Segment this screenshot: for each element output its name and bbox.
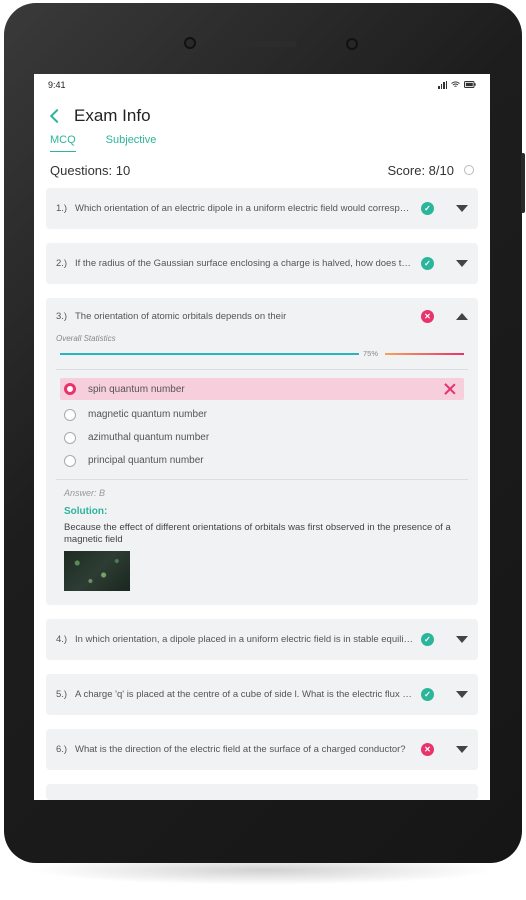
chevron-down-icon[interactable]	[456, 746, 468, 753]
question-text: The orientation of atomic orbitals depen…	[75, 310, 287, 322]
close-icon	[444, 383, 456, 395]
option-label: magnetic quantum number	[88, 409, 207, 420]
option-label: azimuthal quantum number	[88, 432, 210, 443]
question-card[interactable]: 6.) What is the direction of the electri…	[46, 729, 478, 770]
radio-selected[interactable]	[64, 383, 76, 395]
option-c[interactable]: azimuthal quantum number	[60, 427, 464, 448]
chevron-up-icon[interactable]	[456, 312, 468, 320]
check-icon: ✓	[421, 633, 434, 646]
option-label: principal quantum number	[88, 455, 204, 466]
divider	[56, 369, 468, 370]
tab-mcq[interactable]: MCQ	[50, 134, 76, 152]
chevron-down-icon[interactable]	[456, 691, 468, 698]
question-header[interactable]: 3.) The orientation of atomic orbitals d…	[46, 298, 478, 334]
question-header[interactable]: 5.) A charge 'q' is placed at the centre…	[46, 674, 478, 715]
score-value: Score: 8/10	[387, 162, 455, 178]
exam-summary: Questions: 10 Score: 8/10	[34, 152, 490, 188]
question-text: If the radius of the Gaussian surface en…	[75, 258, 421, 269]
check-icon: ✓	[421, 202, 434, 215]
radio-unselected[interactable]	[64, 431, 76, 444]
status-icons	[438, 80, 476, 90]
question-card-partial[interactable]	[46, 784, 478, 800]
speaker-grille	[229, 41, 297, 47]
solution-text: Because the effect of different orientat…	[64, 522, 451, 545]
page-title: Exam Info	[74, 106, 151, 125]
app-screen: 9:41 Exam Info MCQ Subjective Questions:…	[34, 74, 490, 800]
question-header[interactable]: 2.) If the radius of the Gaussian surfac…	[46, 243, 478, 284]
solution-image[interactable]	[64, 551, 130, 591]
status-bar: 9:41	[34, 74, 490, 96]
question-number: 5.)	[56, 689, 68, 700]
question-header[interactable]: 6.) What is the direction of the electri…	[46, 729, 478, 770]
option-b[interactable]: magnetic quantum number	[60, 404, 464, 425]
question-number: 4.)	[56, 634, 68, 645]
question-text: A charge 'q' is placed at the centre of …	[75, 689, 421, 700]
cross-icon: ✕	[421, 309, 434, 323]
question-number: 6.)	[56, 744, 68, 755]
chevron-down-icon[interactable]	[456, 205, 468, 212]
question-card[interactable]: 5.) A charge 'q' is placed at the centre…	[46, 674, 478, 715]
question-card[interactable]: 2.) If the radius of the Gaussian surfac…	[46, 243, 478, 284]
question-list: 1.) Which orientation of an electric dip…	[34, 188, 490, 800]
chevron-down-icon[interactable]	[456, 260, 468, 267]
stage: 9:41 Exam Info MCQ Subjective Questions:…	[0, 0, 526, 900]
question-card-expanded: 3.) The orientation of atomic orbitals d…	[46, 298, 478, 605]
question-header[interactable]: 1.) Which orientation of an electric dip…	[46, 188, 478, 229]
question-text: What is the direction of the electric fi…	[75, 744, 406, 755]
app-header: Exam Info	[34, 96, 490, 130]
question-header[interactable]: 4.) In which orientation, a dipole place…	[46, 619, 478, 660]
answer-text: Answer: B	[64, 488, 106, 498]
question-number: 3.)	[56, 310, 68, 322]
battery-icon	[464, 80, 476, 90]
status-time: 9:41	[48, 80, 66, 90]
question-card[interactable]: 4.) In which orientation, a dipole place…	[46, 619, 478, 660]
stats-percent: 75%	[361, 349, 381, 358]
question-number: 2.)	[56, 258, 68, 269]
check-icon: ✓	[421, 257, 434, 270]
score-wrap: Score: 8/10	[387, 162, 474, 178]
camera-icon	[184, 37, 196, 49]
sensor-icon	[346, 38, 358, 50]
option-a[interactable]: spin quantum number	[60, 378, 464, 400]
radio-unselected[interactable]	[64, 454, 76, 467]
stats-label: Overall Statistics	[56, 334, 116, 343]
tab-bar: MCQ Subjective	[34, 130, 490, 152]
progress-correct-segment	[60, 353, 359, 355]
stats-progress-bar: 75%	[56, 347, 468, 361]
question-number: 1.)	[56, 203, 68, 214]
answer-divider-wrap	[46, 479, 478, 480]
tab-subjective[interactable]: Subjective	[106, 134, 157, 152]
option-d[interactable]: principal quantum number	[60, 450, 464, 471]
divider	[56, 479, 468, 480]
info-icon[interactable]	[464, 165, 474, 175]
questions-count: Questions: 10	[50, 162, 131, 178]
back-arrow-icon[interactable]	[49, 108, 65, 124]
solution-title: Solution:	[64, 506, 108, 517]
progress-wrong-segment	[385, 353, 464, 355]
check-icon: ✓	[421, 688, 434, 701]
question-text: Which orientation of an electric dipole …	[75, 203, 421, 214]
radio-unselected[interactable]	[64, 408, 76, 421]
question-text: In which orientation, a dipole placed in…	[75, 634, 421, 645]
cross-icon: ✕	[421, 743, 434, 756]
option-label: spin quantum number	[88, 383, 185, 395]
wifi-icon	[451, 80, 460, 90]
chevron-down-icon[interactable]	[456, 636, 468, 643]
signal-icon	[438, 81, 447, 89]
question-card[interactable]: 1.) Which orientation of an electric dip…	[46, 188, 478, 229]
overall-statistics: Overall Statistics 75%	[46, 334, 478, 370]
